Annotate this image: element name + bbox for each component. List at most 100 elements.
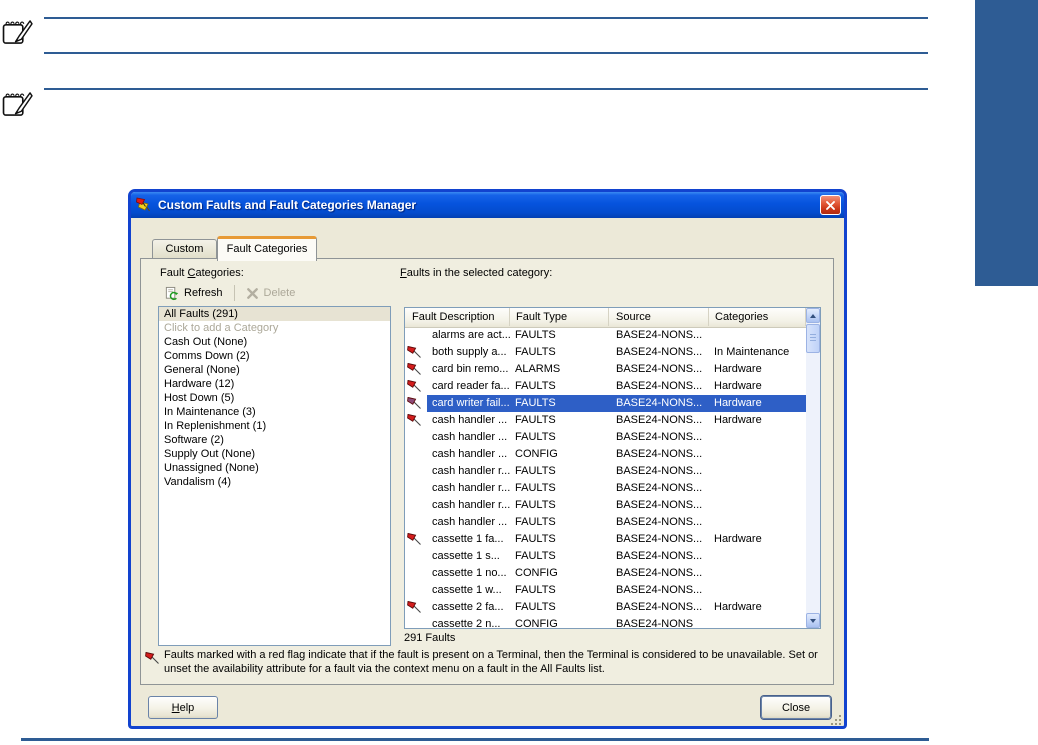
refresh-button[interactable]: Refresh	[158, 283, 229, 303]
row-band: cassette 1 fa...FAULTSBASE24-NONS...Hard…	[427, 531, 806, 548]
arrow-up-icon	[810, 314, 816, 318]
table-row[interactable]: cassette 1 fa...FAULTSBASE24-NONS...Hard…	[405, 531, 806, 548]
table-row[interactable]: card reader fa...FAULTSBASE24-NONS...Har…	[405, 378, 806, 395]
category-list-item[interactable]: Hardware (12)	[159, 377, 390, 391]
cell-categories	[714, 497, 806, 514]
delete-button[interactable]: Delete	[240, 283, 302, 303]
cell-categories	[714, 480, 806, 497]
cell-categories: Hardware	[714, 361, 806, 378]
table-row[interactable]: cash handler ...FAULTSBASE24-NONS...Hard…	[405, 412, 806, 429]
table-row[interactable]: cassette 1 no...CONFIGBASE24-NONS...	[405, 565, 806, 582]
divider-line	[44, 52, 928, 54]
category-list-item[interactable]: Host Down (5)	[159, 391, 390, 405]
category-list-item[interactable]: General (None)	[159, 363, 390, 377]
cell-fault-description: cash handler ...	[432, 514, 514, 531]
cell-fault-type: FAULTS	[515, 344, 613, 361]
table-row[interactable]: card bin remo...ALARMSBASE24-NONS...Hard…	[405, 361, 806, 378]
cell-fault-description: cassette 2 n...	[432, 616, 514, 628]
tab-fault-categories[interactable]: Fault Categories	[217, 236, 317, 261]
row-band: cash handler ...FAULTSBASE24-NONS...	[427, 429, 806, 446]
cell-fault-description: cassette 1 w...	[432, 582, 514, 599]
cell-source: BASE24-NONS...	[616, 582, 713, 599]
category-list-item[interactable]: In Replenishment (1)	[159, 419, 390, 433]
table-row[interactable]: cash handler ...FAULTSBASE24-NONS...	[405, 429, 806, 446]
chapter-tab-block	[975, 0, 1038, 286]
red-flag-footnote: Faults marked with a red flag indicate t…	[164, 648, 832, 676]
cell-categories	[714, 582, 806, 599]
red-flag-icon	[407, 413, 427, 428]
resize-grip[interactable]	[831, 715, 842, 726]
table-row[interactable]: cassette 2 n...CONFIGBASE24-NONS	[405, 616, 806, 628]
cell-fault-description: cash handler r...	[432, 463, 514, 480]
row-band: cassette 2 fa...FAULTSBASE24-NONS...Hard…	[427, 599, 806, 616]
table-row[interactable]: cassette 2 fa...FAULTSBASE24-NONS...Hard…	[405, 599, 806, 616]
row-band: cash handler ...CONFIGBASE24-NONS...	[427, 446, 806, 463]
custom-faults-dialog: Custom Faults and Fault Categories Manag…	[128, 189, 847, 729]
close-button[interactable]: Close	[761, 696, 831, 719]
table-row[interactable]: cash handler r...FAULTSBASE24-NONS...	[405, 497, 806, 514]
column-header-fault-description[interactable]: Fault Description	[405, 308, 510, 326]
scroll-up-button[interactable]	[806, 308, 820, 323]
table-row[interactable]: cash handler r...FAULTSBASE24-NONS...	[405, 463, 806, 480]
tab-custom-faults[interactable]: Custom Faults	[152, 239, 217, 258]
cell-categories: Hardware	[714, 395, 806, 412]
close-window-button[interactable]	[820, 195, 841, 215]
row-band: both supply a...FAULTSBASE24-NONS...In M…	[427, 344, 806, 361]
category-list-item[interactable]: Click to add a Category	[159, 321, 390, 335]
cell-fault-type: CONFIG	[515, 565, 613, 582]
dialog-titlebar[interactable]: Custom Faults and Fault Categories Manag…	[131, 192, 844, 218]
table-row[interactable]: cash handler r...FAULTSBASE24-NONS...	[405, 480, 806, 497]
category-list-item[interactable]: Unassigned (None)	[159, 461, 390, 475]
faults-in-category-label: Faults in the selected category:	[400, 267, 552, 279]
help-button[interactable]: Help	[148, 696, 218, 719]
close-x-icon	[825, 200, 836, 211]
category-list-item[interactable]: Software (2)	[159, 433, 390, 447]
cell-source: BASE24-NONS...	[616, 446, 713, 463]
category-list-item[interactable]: Cash Out (None)	[159, 335, 390, 349]
refresh-document-icon	[164, 286, 179, 301]
table-row[interactable]: card writer fail...FAULTSBASE24-NONS...H…	[405, 395, 806, 412]
category-list-item[interactable]: Vandalism (4)	[159, 475, 390, 489]
vertical-scrollbar[interactable]	[806, 308, 820, 628]
flag-column-empty	[407, 464, 427, 479]
cell-source: BASE24-NONS...	[616, 548, 713, 565]
dialog-title: Custom Faults and Fault Categories Manag…	[158, 198, 416, 212]
column-header-fault-type[interactable]: Fault Type	[510, 308, 609, 326]
cell-fault-description: cash handler ...	[432, 429, 514, 446]
table-row[interactable]: cash handler ...FAULTSBASE24-NONS...	[405, 514, 806, 531]
flag-column-empty	[407, 566, 427, 581]
cell-fault-description: cash handler r...	[432, 497, 514, 514]
cell-fault-type: CONFIG	[515, 616, 613, 628]
cell-fault-description: cash handler ...	[432, 446, 514, 463]
cell-fault-type: FAULTS	[515, 395, 613, 412]
cell-fault-description: cash handler ...	[432, 412, 514, 429]
red-flag-icon	[407, 600, 427, 615]
table-row[interactable]: alarms are act...FAULTSBASE24-NONS...	[405, 327, 806, 344]
category-list-item[interactable]: Supply Out (None)	[159, 447, 390, 461]
flag-column-empty	[407, 328, 427, 343]
category-list[interactable]: All Faults (291)Click to add a CategoryC…	[158, 306, 391, 646]
scrollbar-thumb[interactable]	[806, 324, 820, 353]
cell-fault-description: alarms are act...	[432, 327, 514, 344]
toolbar-separator	[234, 285, 235, 301]
table-row[interactable]: cash handler ...CONFIGBASE24-NONS...	[405, 446, 806, 463]
scroll-down-button[interactable]	[806, 613, 820, 628]
cell-fault-type: FAULTS	[515, 412, 613, 429]
column-header-categories[interactable]: Categories	[709, 308, 806, 326]
flag-column-empty	[407, 447, 427, 462]
table-row[interactable]: cassette 1 s...FAULTSBASE24-NONS...	[405, 548, 806, 565]
category-list-item[interactable]: All Faults (291)	[159, 307, 390, 321]
red-flag-icon	[407, 362, 427, 377]
cell-categories	[714, 616, 806, 628]
row-band: card reader fa...FAULTSBASE24-NONS...Har…	[427, 378, 806, 395]
table-row[interactable]: cassette 1 w...FAULTSBASE24-NONS...	[405, 582, 806, 599]
cell-fault-type: FAULTS	[515, 429, 613, 446]
category-list-item[interactable]: Comms Down (2)	[159, 349, 390, 363]
table-row[interactable]: both supply a...FAULTSBASE24-NONS...In M…	[405, 344, 806, 361]
flag-column-empty	[407, 498, 427, 513]
cell-source: BASE24-NONS...	[616, 395, 713, 412]
fault-categories-tab-panel: Fault Categories: Refresh	[140, 258, 834, 685]
category-list-item[interactable]: In Maintenance (3)	[159, 405, 390, 419]
label-accel: H	[172, 702, 180, 714]
column-header-source[interactable]: Source	[609, 308, 709, 326]
